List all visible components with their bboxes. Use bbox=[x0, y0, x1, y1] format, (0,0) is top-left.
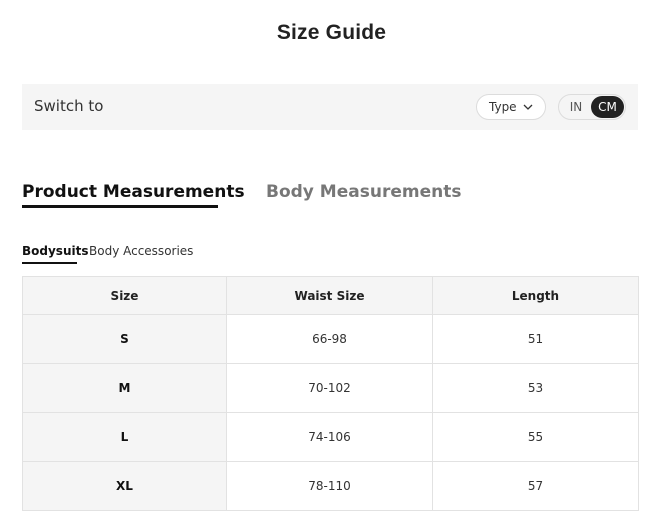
column-header-length: Length bbox=[432, 276, 639, 315]
waist-cell: 70-102 bbox=[226, 363, 433, 413]
table-header-row: Size Waist Size Length bbox=[22, 276, 639, 315]
waist-cell: 78-110 bbox=[226, 461, 433, 511]
type-select-label: Type bbox=[489, 100, 517, 114]
tab-body-measurements[interactable]: Body Measurements bbox=[266, 182, 461, 202]
switch-label: Switch to bbox=[34, 97, 104, 115]
unit-toggle: IN CM bbox=[558, 94, 626, 120]
unit-cm-button[interactable]: CM bbox=[591, 96, 624, 118]
size-cell: XL bbox=[22, 461, 227, 511]
unit-switch-bar: Switch to Type IN CM bbox=[22, 84, 638, 130]
column-header-size: Size bbox=[22, 276, 227, 315]
table-row: M 70-102 53 bbox=[22, 363, 639, 413]
waist-cell: 74-106 bbox=[226, 412, 433, 462]
length-cell: 55 bbox=[432, 412, 639, 462]
unit-in-button[interactable]: IN bbox=[560, 96, 592, 118]
size-cell: L bbox=[22, 412, 227, 462]
size-cell: M bbox=[22, 363, 227, 413]
subtab-body-accessories[interactable]: Body Accessories bbox=[89, 244, 193, 258]
subtab-active-indicator bbox=[22, 262, 77, 264]
waist-cell: 66-98 bbox=[226, 314, 433, 364]
length-cell: 51 bbox=[432, 314, 639, 364]
length-cell: 53 bbox=[432, 363, 639, 413]
type-select[interactable]: Type bbox=[476, 94, 546, 120]
table-row: L 74-106 55 bbox=[22, 412, 639, 462]
size-cell: S bbox=[22, 314, 227, 364]
tab-product-measurements[interactable]: Product Measurements bbox=[22, 182, 245, 202]
table-row: XL 78-110 57 bbox=[22, 461, 639, 511]
chevron-down-icon bbox=[523, 101, 533, 116]
page-title: Size Guide bbox=[276, 21, 387, 44]
column-header-waist: Waist Size bbox=[226, 276, 433, 315]
tab-active-indicator bbox=[22, 205, 218, 208]
size-table: Size Waist Size Length S 66-98 51 M 70-1… bbox=[22, 276, 639, 511]
length-cell: 57 bbox=[432, 461, 639, 511]
table-row: S 66-98 51 bbox=[22, 314, 639, 364]
subtab-bodysuits[interactable]: Bodysuits bbox=[22, 244, 88, 258]
